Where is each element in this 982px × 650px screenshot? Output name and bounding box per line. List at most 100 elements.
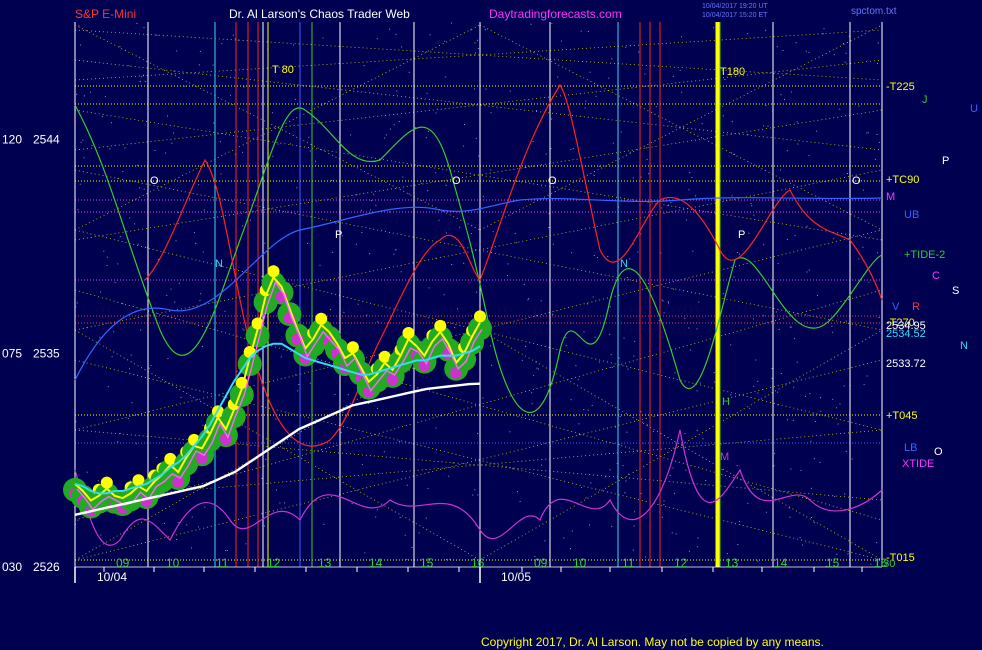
- bg-dot: [782, 50, 784, 51]
- bg-dot: [177, 211, 179, 213]
- bg-dot: [139, 187, 141, 189]
- bg-dot: [681, 36, 682, 38]
- bg-dot: [242, 328, 244, 330]
- bg-dot: [406, 559, 408, 560]
- bg-dot: [607, 255, 609, 257]
- chart-label: O: [150, 175, 159, 187]
- bg-dot: [587, 409, 589, 411]
- bg-dot: [721, 469, 723, 471]
- chart-label: P: [738, 229, 745, 241]
- y-axis-left-label: 030: [2, 560, 22, 574]
- bg-dot: [862, 189, 864, 191]
- bg-dot: [796, 121, 798, 123]
- bg-dot: [91, 145, 93, 147]
- bg-dot: [843, 385, 845, 387]
- timestamp-et: 10/04/2017 15:20 ET: [702, 12, 768, 19]
- bg-dot: [474, 88, 475, 90]
- right-label: -T225: [886, 81, 915, 93]
- bg-dot: [585, 100, 587, 102]
- bg-dot: [408, 71, 410, 73]
- bg-dot: [323, 523, 325, 525]
- bg-dot: [669, 475, 671, 476]
- bg-dot: [570, 149, 572, 151]
- x-hour-label: 14: [369, 556, 383, 570]
- bg-dot: [813, 521, 815, 523]
- bg-dot: [771, 377, 773, 379]
- bg-dot: [289, 143, 291, 145]
- bg-dot: [535, 315, 537, 317]
- bg-dot: [797, 143, 799, 145]
- bg-dot: [563, 537, 565, 539]
- bg-dot: [550, 148, 552, 150]
- bg-dot: [757, 560, 759, 562]
- bg-dot: [808, 51, 810, 53]
- bg-dot: [679, 69, 681, 71]
- bg-dot: [191, 547, 192, 549]
- bg-dot: [624, 492, 626, 494]
- bg-dot: [537, 368, 539, 370]
- bg-dot: [232, 34, 234, 36]
- bg-dot: [427, 487, 429, 489]
- bg-dot: [552, 243, 554, 245]
- bg-dot: [236, 370, 238, 372]
- bg-dot: [637, 251, 639, 253]
- bg-dot: [620, 131, 622, 133]
- bg-dot: [867, 132, 869, 134]
- bg-dot: [385, 134, 387, 136]
- bg-dot: [560, 40, 562, 42]
- bg-dot: [176, 50, 178, 52]
- bg-dot: [598, 165, 600, 167]
- chart-label: M: [720, 451, 729, 463]
- bg-dot: [536, 367, 538, 369]
- bg-dot: [598, 361, 600, 363]
- chart-title: Dr. Al Larson's Chaos Trader Web: [229, 7, 410, 21]
- bg-dot: [221, 43, 223, 45]
- bg-dot: [166, 295, 168, 297]
- bg-dot: [167, 358, 169, 360]
- bg-dot: [640, 411, 642, 413]
- bg-dot: [525, 345, 527, 347]
- bg-dot: [575, 365, 577, 367]
- bg-dot: [264, 242, 266, 244]
- bg-dot: [688, 189, 690, 191]
- bg-dot: [688, 327, 690, 329]
- bg-dot: [625, 46, 627, 48]
- bg-dot: [213, 122, 215, 124]
- right-label: N: [960, 340, 968, 352]
- bg-dot: [521, 359, 523, 361]
- bg-dot: [691, 177, 693, 178]
- bg-dot: [802, 544, 804, 546]
- bg-dot: [398, 440, 400, 442]
- bg-dot: [390, 128, 391, 130]
- bg-dot: [370, 200, 372, 202]
- bg-dot: [351, 503, 353, 504]
- bg-dot: [335, 222, 337, 224]
- bg-dot: [491, 364, 493, 366]
- bg-dot: [610, 354, 612, 356]
- bg-dot: [847, 553, 849, 555]
- bg-dot: [877, 63, 878, 64]
- bg-dot: [265, 458, 267, 460]
- bg-dot: [627, 473, 629, 475]
- bg-dot: [148, 367, 150, 369]
- bg-dot: [83, 157, 85, 159]
- bg-dot: [264, 525, 265, 527]
- bg-dot: [411, 547, 413, 548]
- bg-dot: [771, 368, 773, 370]
- bg-dot: [427, 190, 429, 192]
- bg-dot: [154, 150, 156, 151]
- bg-dot: [571, 252, 572, 254]
- bg-dot: [106, 265, 108, 266]
- bg-dot: [280, 356, 282, 358]
- bg-dot: [544, 540, 546, 542]
- bg-dot: [780, 94, 782, 96]
- bg-dot: [472, 494, 474, 496]
- bg-dot: [808, 155, 810, 157]
- bg-dot: [784, 98, 785, 100]
- bg-dot: [663, 312, 665, 314]
- bg-dot: [858, 105, 860, 107]
- bg-dot: [629, 258, 631, 260]
- bg-dot: [463, 262, 465, 264]
- bg-dot: [477, 494, 479, 496]
- bg-dot: [292, 44, 294, 46]
